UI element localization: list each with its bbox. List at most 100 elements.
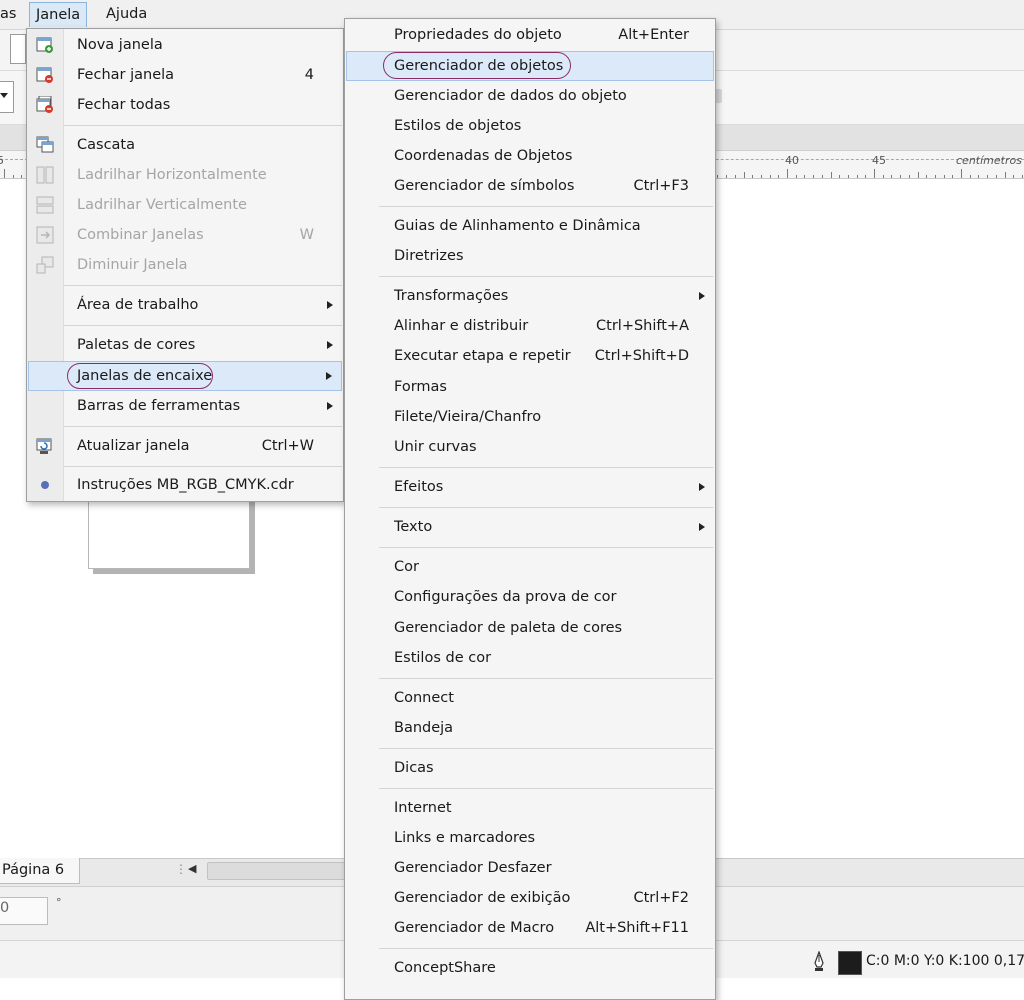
ruler-tick <box>787 169 788 178</box>
ruler-tick <box>943 175 945 178</box>
menu-item-unir-curvas[interactable]: Unir curvas <box>346 434 714 460</box>
menu-item-shortcut: 4 <box>304 67 314 83</box>
menu-item-nova-janela[interactable]: Nova janela <box>28 32 342 58</box>
ruler-tick <box>760 175 762 178</box>
page-tab-label: Página 6 <box>2 862 65 878</box>
menu-item-filete-vieira-chanfro[interactable]: Filete/Vieira/Chanfro <box>346 404 714 430</box>
horizontal-scrollbar[interactable] <box>207 862 347 880</box>
submenu-arrow-icon <box>327 301 333 309</box>
menu-item-estilos-de-objetos[interactable]: Estilos de objetos <box>346 113 714 139</box>
menu-item-formas[interactable]: Formas <box>346 374 714 400</box>
menu-item-gerenciador-de-dados-do-objeto[interactable]: Gerenciador de dados do objeto <box>346 83 714 109</box>
scroll-left-icon[interactable]: ◀ <box>188 862 196 875</box>
toolbar-page-icon[interactable] <box>10 34 26 64</box>
menu-item-gerenciador-desfazer[interactable]: Gerenciador Desfazer <box>346 855 714 881</box>
combine-windows-icon <box>36 226 54 244</box>
menu-item-connect[interactable]: Connect <box>346 685 714 711</box>
ruler-tick <box>830 172 832 178</box>
menu-item-label: Instruções MB_RGB_CMYK.cdr <box>77 477 294 493</box>
submenu-arrow-icon <box>699 523 705 531</box>
menu-item-internet[interactable]: Internet <box>346 795 714 821</box>
tile-horizontal-icon <box>36 166 54 184</box>
outline-pen-icon[interactable] <box>812 951 826 973</box>
degree-label: ° <box>56 896 62 909</box>
menu-item-conceptshare[interactable]: ConceptShare <box>346 955 714 981</box>
menu-item-fechar-todas[interactable]: Fechar todas <box>28 92 342 118</box>
janela-menu: Nova janela Fechar janela 4 Fechar todas… <box>26 28 344 502</box>
menu-item-configuracoes-prova-de-cor[interactable]: Configurações da prova de cor <box>346 584 714 610</box>
ruler-tick <box>795 175 797 178</box>
menu-item-barras-de-ferramentas[interactable]: Barras de ferramentas <box>28 393 342 419</box>
menu-item-bandeja[interactable]: Bandeja <box>346 715 714 741</box>
menu-item-alinhar-e-distribuir[interactable]: Alinhar e distribuir Ctrl+Shift+A <box>346 313 714 339</box>
menu-item-gerenciador-de-macro[interactable]: Gerenciador de Macro Alt+Shift+F11 <box>346 915 714 941</box>
ruler-tick <box>12 175 14 178</box>
menu-item-label: Diminuir Janela <box>77 257 188 273</box>
menu-separator <box>379 507 713 508</box>
menu-item-label: Gerenciador de símbolos <box>394 178 575 194</box>
menu-item-label: Área de trabalho <box>77 297 199 313</box>
menu-item-estilos-de-cor[interactable]: Estilos de cor <box>346 645 714 671</box>
menu-item-guias-de-alinhamento[interactable]: Guias de Alinhamento e Dinâmica <box>346 213 714 239</box>
menu-item-shortcut: Ctrl+Shift+D <box>594 348 689 364</box>
menu-item-label: Efeitos <box>394 479 444 495</box>
menu-separator <box>379 948 713 949</box>
menu-item-ladrilhar-verticalmente[interactable]: Ladrilhar Verticalmente <box>28 192 342 218</box>
ruler-tick <box>882 175 884 178</box>
ruler-tick <box>752 175 754 178</box>
menu-item-label: Barras de ferramentas <box>77 398 241 414</box>
menu-item-shortcut: Ctrl+Shift+A <box>596 318 689 334</box>
ruler-tick <box>734 175 736 178</box>
menu-item-diretrizes[interactable]: Diretrizes <box>346 243 714 269</box>
menu-item-document-instrucoes[interactable]: Instruções MB_RGB_CMYK.cdr <box>28 472 342 498</box>
menu-separator <box>63 426 342 427</box>
menu-item-gerenciador-de-paleta[interactable]: Gerenciador de paleta de cores <box>346 615 714 641</box>
menu-item-efeitos[interactable]: Efeitos <box>346 474 714 500</box>
menu-item-propriedades-do-objeto[interactable]: Propriedades do objeto Alt+Enter <box>346 22 714 48</box>
menu-item-shortcut: W <box>299 227 314 243</box>
menu-item-gerenciador-de-simbolos[interactable]: Gerenciador de símbolos Ctrl+F3 <box>346 173 714 199</box>
submenu-arrow-icon <box>699 292 705 300</box>
menu-item-label: Fechar janela <box>77 67 175 83</box>
ruler-tick <box>900 175 902 178</box>
menu-item-gerenciador-de-exibicao[interactable]: Gerenciador de exibição Ctrl+F2 <box>346 885 714 911</box>
menu-item-texto[interactable]: Texto <box>346 514 714 540</box>
menu-item-shortcut: Ctrl+F3 <box>633 178 689 194</box>
menu-item-fechar-janela[interactable]: Fechar janela 4 <box>28 62 342 88</box>
menu-item-cor[interactable]: Cor <box>346 554 714 580</box>
menu-item-label: Texto <box>394 519 433 535</box>
menu-item-label: Gerenciador de paleta de cores <box>394 620 623 636</box>
ruler-tick <box>908 175 910 178</box>
menu-item-shortcut: Alt+Enter <box>618 27 689 43</box>
menubar-item-ajuda[interactable]: Ajuda <box>100 2 153 26</box>
ruler-label-45: 45 <box>872 154 886 167</box>
menubar-item-ferramentas[interactable]: as <box>0 2 22 26</box>
menu-item-label: Dicas <box>394 760 434 776</box>
menu-item-label: Atualizar janela <box>77 438 190 454</box>
menu-item-label: Links e marcadores <box>394 830 536 846</box>
menu-separator <box>379 678 713 679</box>
menu-item-diminuir-janela[interactable]: Diminuir Janela <box>28 252 342 278</box>
menu-item-cascata[interactable]: Cascata <box>28 132 342 158</box>
menu-item-atualizar-janela[interactable]: Atualizar janela Ctrl+W <box>28 433 342 459</box>
ruler-tick <box>804 175 806 178</box>
menu-item-label: Fechar todas <box>77 97 171 113</box>
menu-item-area-de-trabalho[interactable]: Área de trabalho <box>28 292 342 318</box>
ruler-tick <box>1004 172 1006 178</box>
menu-item-paletas-de-cores[interactable]: Paletas de cores <box>28 332 342 358</box>
menu-item-transformacoes[interactable]: Transformações <box>346 283 714 309</box>
menu-separator <box>379 788 713 789</box>
ruler-tick <box>891 175 893 178</box>
fill-color-swatch[interactable] <box>838 951 862 975</box>
menu-item-label: Gerenciador de dados do objeto <box>394 88 627 104</box>
menubar-item-janela[interactable]: Janela <box>29 2 88 27</box>
menu-item-executar-etapa-e-repetir[interactable]: Executar etapa e repetir Ctrl+Shift+D <box>346 343 714 369</box>
menu-item-ladrilhar-horizontalmente[interactable]: Ladrilhar Horizontalmente <box>28 162 342 188</box>
menu-item-label: Ladrilhar Horizontalmente <box>77 167 267 183</box>
menu-item-coordenadas-de-objetos[interactable]: Coordenadas de Objetos <box>346 143 714 169</box>
menu-item-dicas[interactable]: Dicas <box>346 755 714 781</box>
menu-item-links-e-marcadores[interactable]: Links e marcadores <box>346 825 714 851</box>
menu-item-label: Filete/Vieira/Chanfro <box>394 409 542 425</box>
menu-item-combinar-janelas[interactable]: Combinar Janelas W <box>28 222 342 248</box>
chevron-down-icon <box>0 93 8 98</box>
